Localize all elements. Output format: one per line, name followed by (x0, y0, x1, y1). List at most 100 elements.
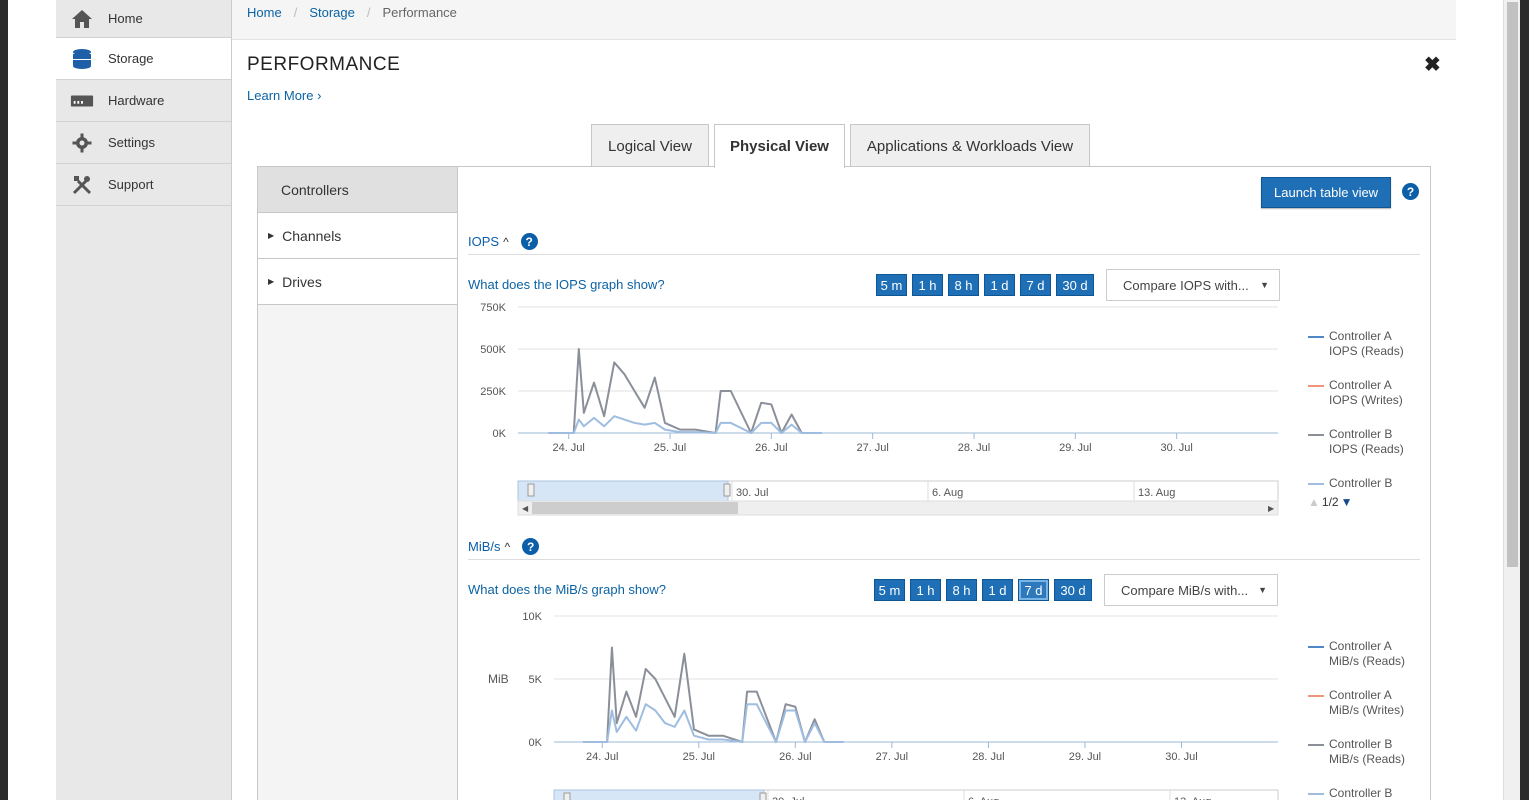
help-icon[interactable]: ? (522, 538, 540, 555)
tab-applications-workloads-view[interactable]: Applications & Workloads View (850, 124, 1090, 167)
navigator-tick-label: 30. Jul (736, 487, 768, 499)
tools-icon (70, 173, 94, 197)
caret-right-icon: ▶ (268, 277, 275, 286)
subnav-label: Drives (282, 273, 322, 290)
navigator-handle (527, 483, 535, 497)
iops-legend: Controller A IOPS (Reads) Controller A I… (1308, 329, 1419, 509)
home-icon (70, 7, 94, 31)
subnav-channels[interactable]: ▶ Channels (258, 213, 457, 259)
breadcrumb-separator: / (293, 5, 298, 20)
navigator-handle (759, 792, 767, 800)
x-tick-label: 26. Jul (755, 442, 787, 454)
range-1d-button[interactable]: 1 d (984, 274, 1015, 296)
main-area: Home / Storage / Performance PERFORMANCE… (232, 0, 1456, 800)
x-tick-label: 24. Jul (552, 442, 584, 454)
subnav-label: Channels (282, 227, 342, 244)
iops-chart[interactable]: 750K 500K 250K 0K 24. Jul 25. Jul 26. Jul 27. J… (468, 297, 1288, 519)
legend-swatch (1308, 483, 1324, 485)
sidebar: Home Storage Hardware Settings Support (56, 0, 232, 800)
scrollbar-thumb[interactable] (1507, 2, 1518, 567)
legend-label: Controller B MiB/s (Reads) (1329, 737, 1406, 766)
iops-graph-help-link[interactable]: What does the IOPS graph show? (468, 277, 665, 292)
scroll-right-icon: ▶ (1268, 504, 1275, 513)
legend-label: Controller A IOPS (Writes) (1329, 378, 1403, 407)
sidebar-item-label: Storage (108, 51, 154, 66)
charts-content: Launch table view ? IOPS ^ ? What does t… (458, 167, 1431, 800)
app-window: Home Storage Hardware Settings Support H… (8, 0, 1503, 800)
mibs-graph-help-link[interactable]: What does the MiB/s graph show? (468, 582, 666, 597)
dropdown-arrow-icon: ▼ (1260, 280, 1269, 290)
subnav-drives[interactable]: ▶ Drives (258, 259, 457, 305)
range-7d-button[interactable]: 7 d (1018, 579, 1049, 601)
legend-swatch (1308, 336, 1324, 338)
legend-item[interactable]: Controller A IOPS (Reads) (1308, 329, 1419, 359)
view-tabs: Logical View Physical View Applications … (591, 124, 1090, 168)
subnav-label: Controllers (281, 181, 349, 198)
help-icon[interactable]: ? (520, 233, 538, 250)
y-tick-label: 750K (480, 302, 506, 314)
legend-item[interactable]: Controller A IOPS (Writes) (1308, 378, 1419, 408)
range-30d-button[interactable]: 30 d (1056, 274, 1094, 296)
chevron-up-icon: ^ (504, 539, 511, 554)
y-tick-label: 0K (493, 428, 507, 440)
breadcrumb-home[interactable]: Home (247, 5, 282, 20)
legend-item[interactable]: Controller A MiB/s (Writes) (1308, 688, 1419, 718)
dropdown-arrow-icon: ▼ (1258, 585, 1267, 595)
learn-more-link[interactable]: Learn More › (247, 88, 321, 103)
legend-item[interactable]: Controller A MiB/s (Reads) (1308, 639, 1419, 669)
range-1h-button[interactable]: 1 h (910, 579, 941, 601)
x-tick-label: 26. Jul (779, 751, 811, 763)
tab-physical-view[interactable]: Physical View (714, 124, 845, 168)
legend-page: 1/2 (1321, 495, 1339, 509)
y-tick-label: 0K (529, 737, 543, 749)
breadcrumb-separator: / (366, 5, 371, 20)
range-30d-button[interactable]: 30 d (1054, 579, 1092, 601)
x-tick-label: 28. Jul (958, 442, 990, 454)
range-1d-button[interactable]: 1 d (982, 579, 1013, 601)
caret-right-icon: ▶ (268, 231, 275, 240)
legend-item[interactable]: Controller B (1308, 476, 1419, 491)
range-8h-button[interactable]: 8 h (946, 579, 977, 601)
y-tick-label: 5K (529, 674, 543, 686)
range-7d-button[interactable]: 7 d (1020, 274, 1051, 296)
range-8h-button[interactable]: 8 h (948, 274, 979, 296)
mibs-section-header[interactable]: MiB/s ^ ? (468, 534, 1420, 560)
help-icon[interactable]: ? (1402, 183, 1419, 200)
legend-item[interactable]: Controller B IOPS (Reads) (1308, 427, 1419, 457)
legend-swatch (1308, 646, 1324, 648)
iops-section-header[interactable]: IOPS ^ ? (468, 229, 1420, 255)
mibs-header-label: MiB/s (468, 539, 501, 554)
range-1h-button[interactable]: 1 h (912, 274, 943, 296)
mibs-legend: Controller A MiB/s (Reads) Controller A … (1308, 639, 1419, 800)
sidebar-item-home[interactable]: Home (56, 0, 231, 38)
vertical-scrollbar[interactable] (1503, 0, 1520, 800)
launch-table-view-button[interactable]: Launch table view (1261, 177, 1392, 208)
legend-next-icon[interactable]: ▼ (1341, 495, 1353, 509)
legend-prev-icon[interactable]: ▲ (1308, 495, 1320, 509)
mibs-chart[interactable]: 10K 5K 0K MiB 24. Jul 25. Jul 26. Jul 27. Jul 28… (468, 602, 1288, 800)
range-5m-button[interactable]: 5 m (876, 274, 907, 296)
iops-header-label: IOPS (468, 234, 500, 249)
window-edge (1520, 0, 1529, 800)
legend-item[interactable]: Controller B MiB/s (Reads) (1308, 737, 1419, 767)
legend-label: Controller A IOPS (Reads) (1329, 329, 1404, 358)
close-icon[interactable]: ✖ (1424, 52, 1441, 77)
sidebar-item-storage[interactable]: Storage (56, 38, 231, 80)
subnav-controllers[interactable]: Controllers (258, 167, 457, 213)
legend-swatch (1308, 793, 1324, 795)
tab-logical-view[interactable]: Logical View (591, 124, 709, 167)
mibs-section: MiB/s ^ ? What does the MiB/s graph show… (468, 534, 1420, 800)
range-5m-button[interactable]: 5 m (874, 579, 905, 601)
compare-mibs-value: Compare MiB/s with... (1121, 582, 1249, 598)
x-tick-label: 27. Jul (856, 442, 888, 454)
sidebar-item-support[interactable]: Support (56, 164, 231, 206)
navigator-tick-label: 13. Aug (1174, 796, 1211, 800)
y-axis-label: MiB (488, 672, 509, 686)
sidebar-item-hardware[interactable]: Hardware (56, 80, 231, 122)
x-tick-label: 30. Jul (1165, 751, 1197, 763)
legend-item[interactable]: Controller B (1308, 786, 1419, 800)
sidebar-item-settings[interactable]: Settings (56, 122, 231, 164)
y-tick-label: 250K (480, 386, 506, 398)
breadcrumb-storage[interactable]: Storage (309, 5, 355, 20)
breadcrumb: Home / Storage / Performance (232, 0, 1456, 40)
